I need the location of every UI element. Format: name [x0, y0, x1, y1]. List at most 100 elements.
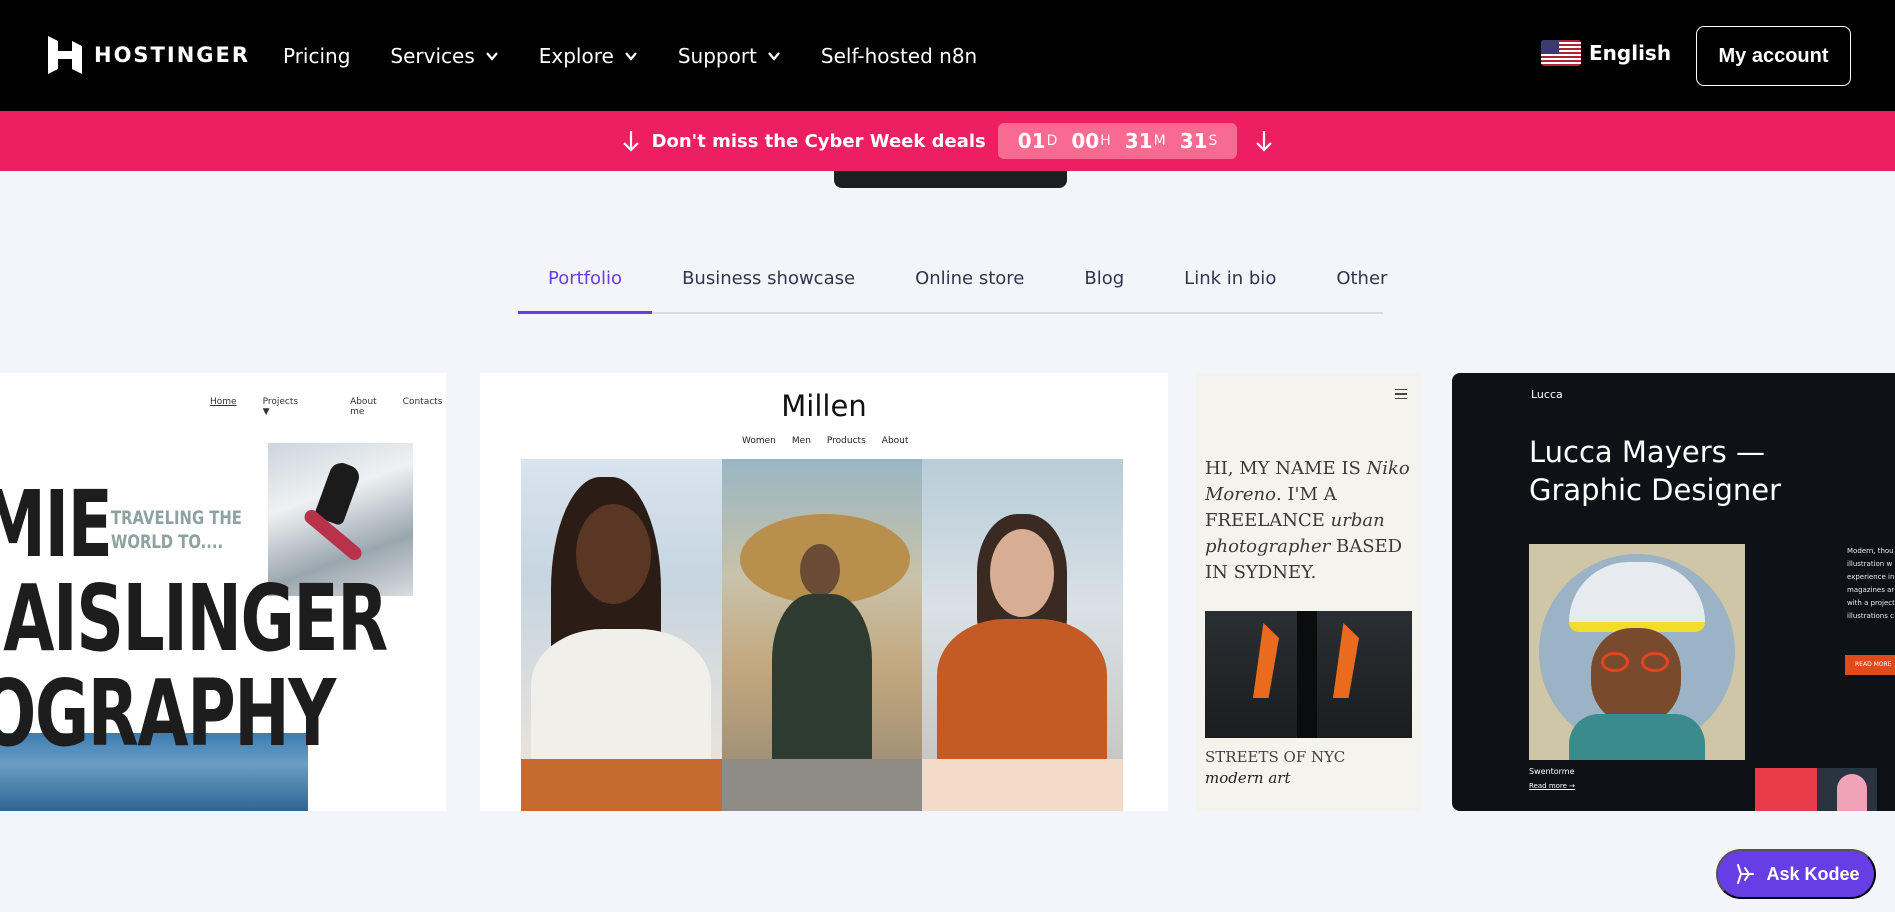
template-read-more-button: READ MORE — [1845, 655, 1895, 675]
template-subtitle: TRAVELING THE WORLD TO.... — [111, 507, 242, 553]
photo-tile — [521, 759, 722, 811]
template-nav-about: About — [881, 436, 909, 446]
photo-tile — [722, 759, 922, 811]
ask-kodee-label: Ask Kodee — [1766, 863, 1860, 884]
nav-explore[interactable]: Explore — [539, 44, 638, 68]
template-headline-line-1: MIE — [0, 471, 113, 578]
model-dress — [772, 594, 872, 759]
countdown-minutes-unit: M — [1153, 133, 1166, 149]
tab-portfolio[interactable]: Portfolio — [518, 260, 653, 314]
ask-kodee-button[interactable]: Ask Kodee — [1716, 849, 1876, 899]
model-face — [990, 529, 1054, 617]
tab-blog[interactable]: Blog — [1054, 260, 1154, 314]
template-title: Lucca Mayers — Graphic Designer — [1529, 435, 1782, 507]
illustration-artwork — [1529, 544, 1745, 760]
arrow-down-icon — [622, 131, 639, 152]
template-nav: Home Projects ▼ About me Contacts — [210, 397, 446, 417]
model-blazer — [937, 619, 1107, 759]
hostinger-logo[interactable]: HOSTINGER — [48, 36, 250, 74]
countdown-timer: 01 D 00 H 31 M 31 S — [997, 123, 1238, 159]
nav-n8n-label: Self-hosted n8n — [820, 43, 978, 68]
template-nav-women: Women — [742, 436, 776, 446]
template-nav-home: Home — [210, 397, 237, 407]
template-title: Millen — [781, 389, 867, 423]
template-nav-about: About me — [350, 397, 377, 417]
thumb-red — [1755, 768, 1817, 811]
art-glasses-left — [1601, 652, 1629, 672]
model-face — [800, 544, 840, 596]
nav-support[interactable]: Support — [678, 44, 781, 68]
orange-sculpture-photo — [1205, 611, 1412, 738]
template-card-lucca-mayers[interactable]: Lucca Lucca Mayers — Graphic Designer Sw… — [1452, 373, 1895, 811]
art-face — [1591, 628, 1681, 724]
promo-banner[interactable]: Don't miss the Cyber Week deals 01 D 00 H … — [0, 111, 1895, 171]
template-intro-text: HI, MY NAME IS Niko Moreno. I'M A FREELA… — [1205, 456, 1415, 586]
thumb-pink-figure — [1837, 774, 1867, 811]
template-brand: Lucca — [1531, 388, 1563, 401]
nav-services-label: Services — [390, 43, 475, 68]
template-headline-line-3: OGRAPHY — [0, 660, 336, 767]
nav-pricing[interactable]: Pricing — [283, 44, 350, 68]
model-photo-straw-hat — [722, 459, 922, 759]
us-flag-icon — [1541, 40, 1581, 66]
tab-online-store[interactable]: Online store — [885, 260, 1054, 314]
template-nav-projects-label: Projects — [262, 397, 299, 407]
template-card-millen[interactable]: Millen Women Men Products About — [480, 373, 1168, 811]
language-selector[interactable]: English — [1541, 40, 1671, 66]
model-photo-orange-blazer — [922, 459, 1123, 759]
nav-support-label: Support — [677, 43, 757, 68]
template-card-photography[interactable]: Home Projects ▼ About me Contacts MIE TR… — [0, 373, 446, 811]
sculpture-left — [1253, 623, 1279, 698]
arrow-down-icon — [1256, 131, 1273, 152]
countdown-hours: 00 — [1071, 129, 1100, 153]
nav-services[interactable]: Services — [390, 44, 498, 68]
cta-button-partial[interactable] — [834, 171, 1067, 188]
art-body — [1569, 714, 1705, 760]
template-nav: Women Men Products About — [742, 436, 924, 446]
chevron-down-icon — [768, 51, 780, 61]
template-nav-men: Men — [791, 436, 811, 446]
promo-text: Don't miss the Cyber Week deals — [651, 130, 986, 152]
template-card-niko-moreno[interactable]: HI, MY NAME IS Niko Moreno. I'M A FREELA… — [1196, 373, 1421, 811]
hamburger-menu-icon — [1395, 389, 1407, 399]
chevron-down-icon — [485, 51, 498, 61]
my-account-button[interactable]: My account — [1696, 26, 1851, 86]
model-photo-white-jacket — [521, 459, 722, 769]
tab-business-showcase[interactable]: Business showcase — [652, 260, 885, 314]
sparkle-icon — [1737, 864, 1755, 884]
template-headline-line-2: IAISLINGER — [0, 565, 388, 672]
tab-other[interactable]: Other — [1306, 260, 1417, 314]
template-caption-italic: modern art — [1205, 769, 1291, 787]
sculpture-right — [1333, 623, 1359, 698]
tab-link-in-bio[interactable]: Link in bio — [1154, 260, 1306, 314]
nav-pricing-label: Pricing — [283, 43, 351, 68]
countdown-hours-unit: H — [1100, 133, 1111, 149]
model-face — [576, 504, 651, 604]
template-category-tabs: Portfolio Business showcase Online store… — [518, 260, 1387, 314]
model-jacket — [531, 629, 711, 769]
read-more-link: Read more → — [1529, 782, 1576, 790]
chevron-down-icon — [624, 51, 637, 61]
template-side-text: Modern, thou illustration w experience i… — [1847, 547, 1895, 620]
countdown-seconds: 31 — [1179, 129, 1208, 153]
language-label: English — [1589, 41, 1672, 65]
logo-text: HOSTINGER — [94, 43, 251, 67]
thumbnail-artwork — [1755, 768, 1877, 811]
countdown-days: 01 — [1017, 129, 1046, 153]
hostinger-logo-icon — [48, 36, 82, 74]
countdown-minutes: 31 — [1124, 129, 1153, 153]
template-nav-products: Products — [826, 436, 866, 446]
black-pole — [1297, 611, 1317, 738]
intro-part-1: HI, MY NAME IS — [1205, 458, 1367, 479]
photo-tile — [922, 759, 1123, 811]
artwork-caption: Swentorme — [1529, 767, 1575, 776]
nav-self-hosted-n8n[interactable]: Self-hosted n8n — [821, 44, 977, 68]
nav-explore-label: Explore — [538, 43, 614, 68]
template-caption: STREETS OF NYC — [1205, 748, 1346, 766]
art-glasses-right — [1641, 652, 1669, 672]
template-nav-contacts: Contacts — [402, 397, 443, 407]
main-nav: Pricing Services Explore Support Self-ho… — [283, 0, 1017, 111]
template-nav-projects: Projects ▼ — [263, 397, 324, 417]
top-header: HOSTINGER Pricing Services Explore Suppo… — [0, 0, 1895, 111]
caret-icon: ▼ — [262, 407, 270, 417]
